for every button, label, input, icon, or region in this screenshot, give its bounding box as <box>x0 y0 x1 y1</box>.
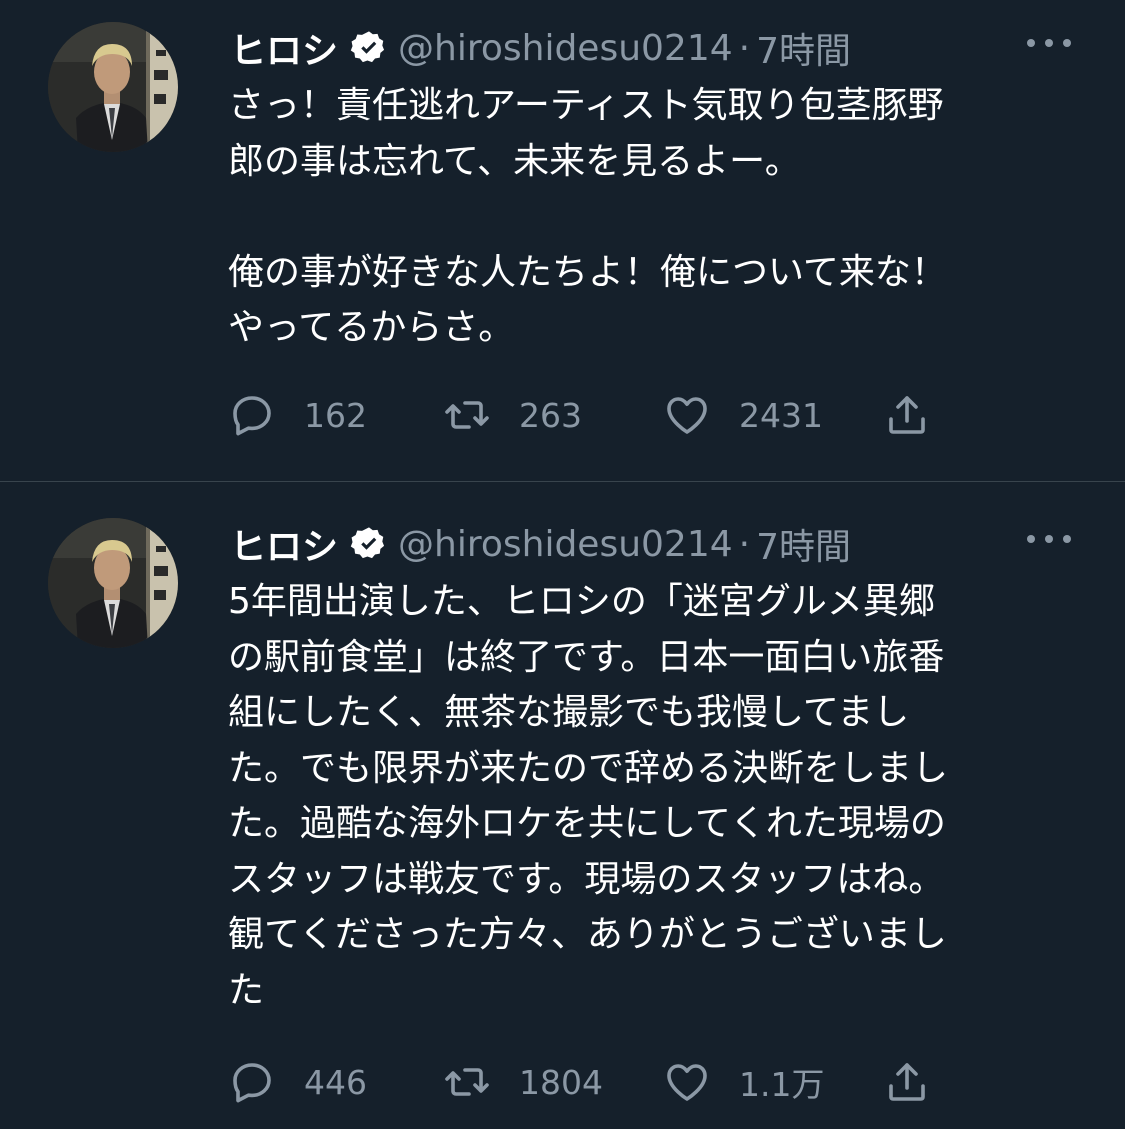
separator-dot: · <box>738 523 751 565</box>
avatar-photo <box>48 22 178 152</box>
tweet-divider <box>0 481 1125 482</box>
tweet-text: 5年間出演した、ヒロシの「迷宮グルメ異郷 の駅前食堂」は終了です。日本一面白い旅… <box>228 574 1078 1018</box>
user-handle[interactable]: @hiroshidesu0214 <box>398 524 733 565</box>
tweet-text-line: 俺の事が好きな人たちよ！俺について来な！ <box>228 251 947 293</box>
tweet[interactable]: ヒロシ @hiroshidesu0214 · 7時間 5年間出演した、ヒロシの「… <box>0 496 1125 1129</box>
reply-icon <box>233 1063 271 1103</box>
tweet-actions: 446 1804 1.1万 <box>228 1052 948 1112</box>
reply-count: 162 <box>304 395 367 435</box>
share-button[interactable] <box>883 1052 931 1112</box>
reply-button[interactable]: 446 <box>228 1052 367 1112</box>
timestamp[interactable]: 7時間 <box>756 22 851 74</box>
tweet-text-line <box>228 189 1078 245</box>
reply-button[interactable]: 162 <box>228 385 367 445</box>
share-icon <box>889 1063 925 1101</box>
tweet-text-line: さっ！責任逃れアーティスト気取り包茎豚野 <box>228 85 944 126</box>
heart-icon <box>667 397 707 434</box>
timestamp[interactable]: 7時間 <box>756 518 851 570</box>
share-button[interactable] <box>883 385 931 445</box>
heart-icon <box>667 1064 707 1101</box>
tweet-text-line: 郎の事は忘れて、未来を見るよー。 <box>228 140 801 182</box>
avatar[interactable] <box>48 22 178 152</box>
display-name[interactable]: ヒロシ <box>230 518 338 570</box>
retweet-button[interactable]: 1804 <box>443 1052 603 1112</box>
tweet-text-line: の駅前食堂」は終了です。日本一面白い旅番 <box>228 636 945 678</box>
reply-icon <box>233 396 271 436</box>
verified-badge-icon <box>350 525 388 563</box>
more-options-icon[interactable] <box>1027 524 1071 554</box>
avatar[interactable] <box>48 518 178 648</box>
retweet-icon <box>445 1068 489 1096</box>
tweet-text-line: 5年間出演した、ヒロシの「迷宮グルメ異郷 <box>228 581 935 622</box>
tweet-text-line: 組にしたく、無茶な撮影でも我慢してまし <box>228 692 910 733</box>
like-button[interactable]: 1.1万 <box>663 1052 824 1112</box>
like-count: 1.1万 <box>739 1065 825 1104</box>
verified-badge-icon <box>350 29 388 67</box>
tweet-text: さっ！責任逃れアーティスト気取り包茎豚野 郎の事は忘れて、未来を見るよー。 俺の… <box>228 78 1078 356</box>
tweet-actions: 162 263 2431 <box>228 385 948 445</box>
retweet-count: 1804 <box>519 1062 603 1102</box>
tweet-text-line: た <box>228 969 265 1011</box>
retweet-button[interactable]: 263 <box>443 385 582 445</box>
tweet[interactable]: ヒロシ @hiroshidesu0214 · 7時間 さっ！責任逃れアーティスト… <box>0 0 1125 480</box>
like-count: 2431 <box>739 395 823 435</box>
share-icon <box>889 396 925 434</box>
user-handle[interactable]: @hiroshidesu0214 <box>398 28 733 69</box>
tweet-text-line: スタッフは戦友です。現場のスタッフはね。 <box>228 858 945 900</box>
tweet-text-line: 観てくださった方々、ありがとうございまし <box>228 914 947 955</box>
more-options-icon[interactable] <box>1027 28 1071 58</box>
avatar-photo <box>48 518 178 648</box>
reply-count: 446 <box>304 1062 367 1102</box>
tweet-text-line: た。過酷な海外ロケを共にしてくれた現場の <box>228 803 946 844</box>
separator-dot: · <box>738 27 751 69</box>
retweet-icon <box>445 401 489 429</box>
like-button[interactable]: 2431 <box>663 385 823 445</box>
tweet-text-line: やってるからさ。 <box>228 307 515 348</box>
display-name[interactable]: ヒロシ <box>230 22 338 74</box>
retweet-count: 263 <box>519 395 582 435</box>
tweet-text-line: た。でも限界が来たので辞める決断をしまし <box>228 747 949 789</box>
